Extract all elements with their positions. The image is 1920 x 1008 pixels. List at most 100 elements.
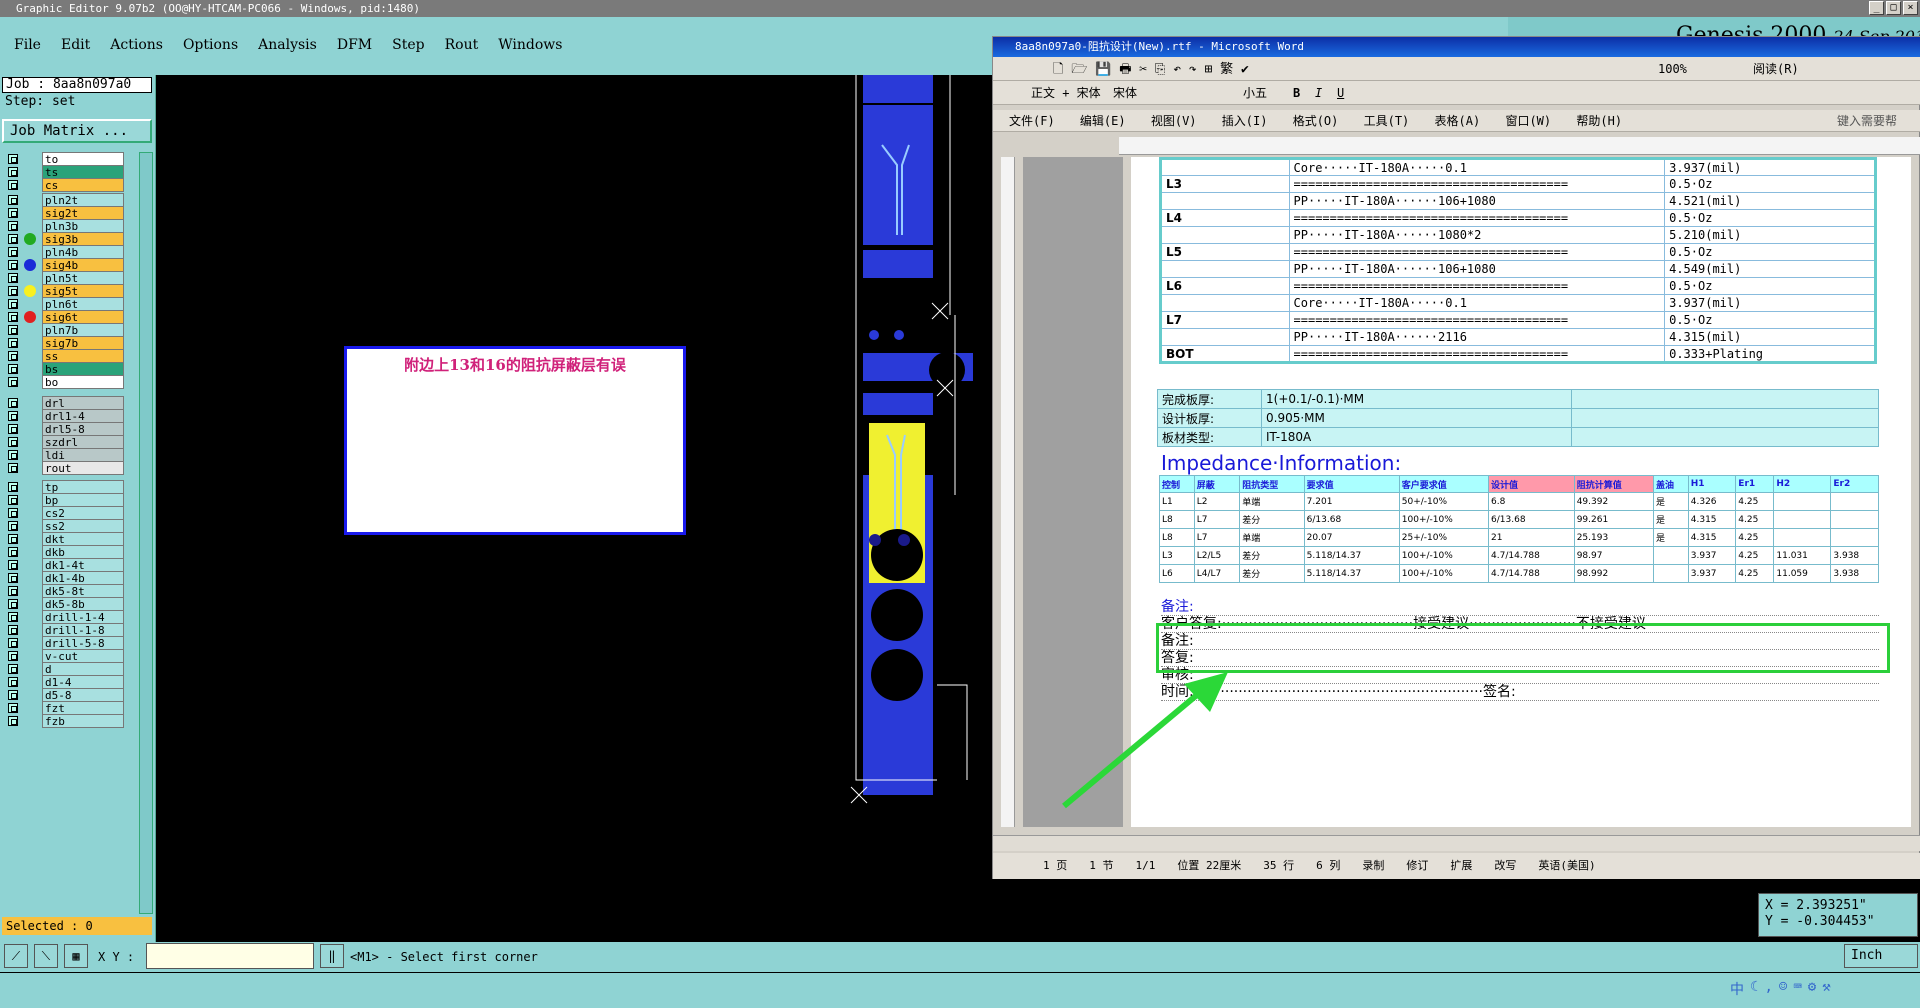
pause-icon[interactable]: ‖ (320, 944, 344, 968)
layer-checkbox[interactable] (8, 338, 18, 348)
layer-name[interactable]: to (42, 152, 124, 166)
layer-row[interactable]: dkb (2, 545, 138, 559)
layer-checkbox[interactable] (8, 521, 18, 531)
snap-icon[interactable]: ⟋ (4, 944, 28, 968)
tray-icon[interactable]: ⚒ (1822, 979, 1830, 999)
layer-row[interactable]: bp (2, 493, 138, 507)
layer-name[interactable]: sig2t (42, 206, 124, 220)
layer-row[interactable]: ss (2, 349, 138, 363)
layer-checkbox[interactable] (8, 677, 18, 687)
underline-icon[interactable]: U (1337, 81, 1344, 105)
layer-row[interactable]: sig3b (2, 232, 138, 246)
layer-row[interactable]: sig6t (2, 310, 138, 324)
layer-row[interactable]: pln3b (2, 219, 138, 233)
zoom-level[interactable]: 100% (1658, 57, 1687, 81)
help-search[interactable]: 键入需要帮 (1837, 110, 1897, 132)
layer-checkbox[interactable] (8, 221, 18, 231)
layer-checkbox[interactable] (8, 411, 18, 421)
menu-windows[interactable]: Windows (498, 37, 562, 53)
layer-checkbox[interactable] (8, 664, 18, 674)
layer-name[interactable]: pln3b (42, 219, 124, 233)
word-menu-file[interactable]: 文件(F) (1009, 114, 1055, 128)
layer-row[interactable]: drill-5-8 (2, 636, 138, 650)
bold-icon[interactable]: B (1293, 81, 1300, 105)
layer-name[interactable]: sig5t (42, 284, 124, 298)
layer-row[interactable]: sig5t (2, 284, 138, 298)
layer-name[interactable]: dk5-8t (42, 584, 124, 598)
layer-row[interactable]: drl5-8 (2, 422, 138, 436)
layer-name[interactable]: drill-5-8 (42, 636, 124, 650)
layer-name[interactable]: sig3b (42, 232, 124, 246)
layer-row[interactable]: tp (2, 480, 138, 494)
layer-checkbox[interactable] (8, 234, 18, 244)
layer-row[interactable]: pln2t (2, 193, 138, 207)
read-button[interactable]: 阅读(R) (1753, 57, 1799, 81)
layer-row[interactable]: szdrl (2, 435, 138, 449)
layer-row[interactable]: d1-4 (2, 675, 138, 689)
job-matrix-button[interactable]: Job Matrix ... (2, 119, 152, 143)
layer-name[interactable]: dkt (42, 532, 124, 546)
style-box[interactable]: 正文 + 宋体 (1031, 81, 1101, 105)
maximize-icon[interactable]: □ (1886, 1, 1901, 15)
layer-checkbox[interactable] (8, 195, 18, 205)
word-menu-tools[interactable]: 工具(T) (1364, 114, 1410, 128)
layer-checkbox[interactable] (8, 690, 18, 700)
layer-row[interactable]: sig7b (2, 336, 138, 350)
layer-checkbox[interactable] (8, 703, 18, 713)
layer-name[interactable]: d1-4 (42, 675, 124, 689)
word-menu-help[interactable]: 帮助(H) (1576, 114, 1622, 128)
layer-name[interactable]: drl1-4 (42, 409, 124, 423)
vertical-ruler[interactable] (1001, 157, 1015, 827)
layer-row[interactable]: drl (2, 396, 138, 410)
layer-row[interactable]: dkt (2, 532, 138, 546)
layer-name[interactable]: rout (42, 461, 124, 475)
layer-row[interactable]: pln4b (2, 245, 138, 259)
menu-edit[interactable]: Edit (61, 37, 90, 53)
layer-checkbox[interactable] (8, 351, 18, 361)
word-menu-table[interactable]: 表格(A) (1435, 114, 1481, 128)
layer-checkbox[interactable] (8, 586, 18, 596)
layer-checkbox[interactable] (8, 364, 18, 374)
layer-name[interactable]: pln7b (42, 323, 124, 337)
font-box[interactable]: 宋体 (1113, 81, 1137, 105)
layer-name[interactable]: tp (42, 480, 124, 494)
layer-checkbox[interactable] (8, 495, 18, 505)
layer-checkbox[interactable] (8, 325, 18, 335)
layer-name[interactable]: bo (42, 375, 124, 389)
layer-checkbox[interactable] (8, 247, 18, 257)
layer-row[interactable]: rout (2, 461, 138, 475)
layer-row[interactable]: dk5-8b (2, 597, 138, 611)
layer-row[interactable]: v-cut (2, 649, 138, 663)
layer-row[interactable]: dk1-4b (2, 571, 138, 585)
layer-row[interactable]: drl1-4 (2, 409, 138, 423)
layer-checkbox[interactable] (8, 573, 18, 583)
layer-name[interactable]: dkb (42, 545, 124, 559)
layer-row[interactable]: pln5t (2, 271, 138, 285)
grid-icon[interactable]: ▦ (64, 944, 88, 968)
menu-file[interactable]: File (14, 37, 41, 53)
tray-icon[interactable]: ⌨ (1793, 979, 1801, 999)
layer-name[interactable]: dk5-8b (42, 597, 124, 611)
layer-name[interactable]: drl5-8 (42, 422, 124, 436)
layer-row[interactable]: sig4b (2, 258, 138, 272)
layer-scrollbar[interactable] (139, 152, 153, 914)
tray-icon[interactable]: ⚙ (1808, 979, 1816, 999)
layer-row[interactable]: bs (2, 362, 138, 376)
layer-checkbox[interactable] (8, 450, 18, 460)
tray-icon[interactable]: ☾ (1750, 979, 1758, 999)
layer-checkbox[interactable] (8, 260, 18, 270)
layer-row[interactable]: dk1-4t (2, 558, 138, 572)
layer-name[interactable]: ldi (42, 448, 124, 462)
layer-name[interactable]: bs (42, 362, 124, 376)
layer-row[interactable]: fzb (2, 714, 138, 728)
layer-row[interactable]: d (2, 662, 138, 676)
layer-name[interactable]: fzt (42, 701, 124, 715)
tray-icon[interactable]: , (1764, 979, 1772, 999)
layer-checkbox[interactable] (8, 612, 18, 622)
close-icon[interactable]: × (1903, 1, 1918, 15)
size-box[interactable]: 小五 (1243, 81, 1267, 105)
layer-name[interactable]: d (42, 662, 124, 676)
layer-checkbox[interactable] (8, 534, 18, 544)
layer-checkbox[interactable] (8, 716, 18, 726)
layer-checkbox[interactable] (8, 286, 18, 296)
